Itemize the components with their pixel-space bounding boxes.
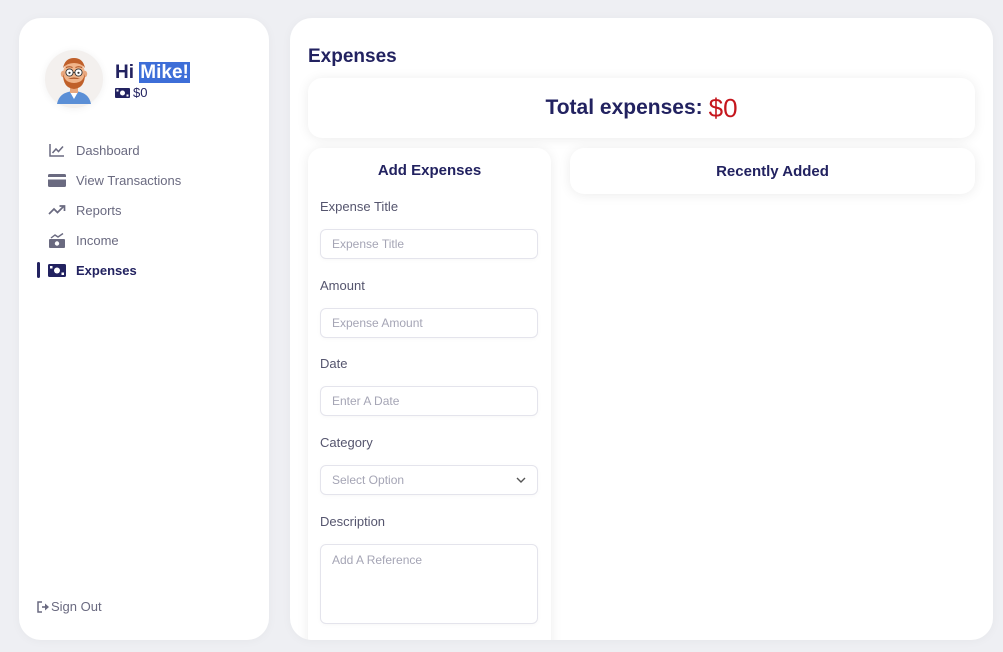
greeting-prefix: Hi <box>115 62 134 83</box>
total-expenses-value: $0 <box>708 92 738 123</box>
date-label: Date <box>320 356 348 371</box>
total-expenses-label: Total expenses: <box>545 96 703 119</box>
active-indicator <box>37 262 40 278</box>
money-bill-trend-icon <box>47 232 67 248</box>
sidebar-item-income[interactable]: Income <box>47 225 247 255</box>
sidebar-item-reports[interactable]: Reports <box>47 195 247 225</box>
main-content: Expenses Total expenses: $0 Add Expenses… <box>290 18 993 640</box>
sign-out-button[interactable]: Sign Out <box>37 599 102 614</box>
sidebar-item-label: Expenses <box>76 262 137 278</box>
add-expense-form: Add Expenses Expense Title Amount Date C… <box>308 148 551 640</box>
form-title: Add Expenses <box>377 162 482 179</box>
sidebar-nav: Dashboard View Transactions Reports Inco… <box>37 135 247 285</box>
category-selected-value: Select Option <box>332 473 405 487</box>
sidebar-item-dashboard[interactable]: Dashboard <box>47 135 247 165</box>
user-name: Mike! <box>139 62 190 83</box>
page-title: Expenses <box>308 46 397 67</box>
category-label: Category <box>320 435 373 450</box>
recently-added-card: Recently Added <box>570 148 975 194</box>
sign-out-icon <box>37 600 49 613</box>
credit-card-icon <box>47 173 67 187</box>
description-textarea[interactable] <box>320 544 538 624</box>
chart-line-icon <box>47 143 67 157</box>
date-input[interactable] <box>320 386 538 416</box>
expense-title-label: Expense Title <box>320 199 399 214</box>
avatar-icon <box>57 58 91 104</box>
sidebar: Hi Mike! $0 Dashboard View Transactions … <box>19 18 269 640</box>
total-expenses-card: Total expenses: $0 <box>308 78 975 138</box>
sidebar-item-expenses[interactable]: Expenses <box>37 255 247 285</box>
trend-up-icon <box>47 204 67 216</box>
sidebar-item-label: Reports <box>76 202 122 218</box>
user-profile: Hi Mike! $0 <box>45 50 190 108</box>
sidebar-item-label: View Transactions <box>76 172 182 188</box>
balance-value: $0 <box>133 85 148 100</box>
sidebar-item-view-transactions[interactable]: View Transactions <box>47 165 247 195</box>
category-select[interactable]: Select Option <box>320 465 538 495</box>
sign-out-label: Sign Out <box>51 599 102 614</box>
amount-label: Amount <box>320 278 365 293</box>
balance: $0 <box>115 85 190 100</box>
money-bill-icon <box>115 87 130 98</box>
recently-added-title: Recently Added <box>716 162 829 180</box>
chevron-down-icon <box>516 477 526 483</box>
sidebar-item-label: Dashboard <box>76 142 140 158</box>
greeting: Hi Mike! <box>115 62 190 84</box>
description-label: Description <box>320 514 386 529</box>
money-bill-icon <box>47 263 67 277</box>
avatar <box>45 50 103 108</box>
expense-amount-input[interactable] <box>320 308 538 338</box>
expense-title-input[interactable] <box>320 229 538 259</box>
sidebar-item-label: Income <box>76 232 119 248</box>
